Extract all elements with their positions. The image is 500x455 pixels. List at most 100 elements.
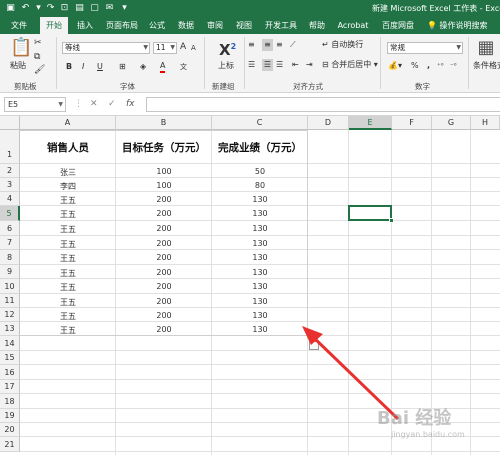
table-header-cell[interactable]: 销售人员: [20, 140, 116, 155]
tab-data[interactable]: 数据: [174, 17, 198, 34]
tab-acrobat[interactable]: Acrobat: [335, 17, 371, 34]
tab-review[interactable]: 审阅: [203, 17, 227, 34]
data-cell[interactable]: 130: [212, 268, 308, 277]
align-right-icon[interactable]: ☰: [276, 59, 283, 71]
data-cell[interactable]: 王五: [20, 297, 116, 308]
tab-file[interactable]: 文件: [6, 17, 32, 34]
borders-icon[interactable]: ⊞: [119, 61, 126, 73]
select-all-corner[interactable]: [0, 116, 20, 130]
column-header[interactable]: E: [349, 116, 392, 130]
row-header[interactable]: 10: [0, 279, 20, 294]
conditional-formatting-button[interactable]: 条件格式: [473, 60, 500, 72]
conditional-formatting-icon[interactable]: ▦: [476, 38, 496, 58]
tell-me-search[interactable]: 💡 操作说明搜索: [427, 17, 488, 34]
data-cell[interactable]: 李四: [20, 181, 116, 192]
table-header-cell[interactable]: 目标任务（万元）: [116, 140, 212, 155]
data-cell[interactable]: 200: [116, 253, 212, 262]
row-header[interactable]: 12: [0, 308, 20, 322]
data-cell[interactable]: 130: [212, 325, 308, 334]
row-header[interactable]: 18: [0, 394, 20, 409]
row-header[interactable]: 11: [0, 294, 20, 308]
data-cell[interactable]: 王五: [20, 282, 116, 293]
decrease-indent-icon[interactable]: ⇤: [292, 59, 299, 71]
insert-function-button[interactable]: fx: [126, 99, 135, 110]
column-header[interactable]: G: [432, 116, 471, 130]
redo-icon[interactable]: ↷: [44, 2, 57, 15]
column-header[interactable]: F: [392, 116, 432, 130]
wrap-text-button[interactable]: ↵ 自动换行: [322, 39, 363, 51]
percent-button[interactable]: %: [411, 60, 419, 72]
data-cell[interactable]: 130: [212, 239, 308, 248]
data-cell[interactable]: 王五: [20, 195, 116, 206]
data-cell[interactable]: 张三: [20, 167, 116, 178]
data-cell[interactable]: 200: [116, 297, 212, 306]
align-center-icon[interactable]: ☰: [262, 59, 273, 71]
column-header[interactable]: H: [471, 116, 500, 130]
data-cell[interactable]: 200: [116, 195, 212, 204]
cancel-icon[interactable]: ✕: [90, 99, 98, 110]
row-header[interactable]: 15: [0, 351, 20, 365]
data-cell[interactable]: 100: [116, 181, 212, 190]
tab-view[interactable]: 视图: [232, 17, 256, 34]
formula-input[interactable]: [146, 97, 500, 112]
tab-page-layout[interactable]: 页面布局: [102, 17, 142, 34]
accounting-icon[interactable]: 💰▾: [388, 60, 402, 72]
grow-font-button[interactable]: A: [180, 41, 186, 53]
increase-indent-icon[interactable]: ⇥: [306, 59, 313, 71]
row-header[interactable]: 4: [0, 192, 20, 206]
data-cell[interactable]: 130: [212, 282, 308, 291]
data-cell[interactable]: 100: [116, 167, 212, 176]
fill-handle[interactable]: [389, 218, 394, 223]
italic-button[interactable]: I: [82, 61, 84, 73]
row-header[interactable]: 21: [0, 437, 20, 452]
shrink-font-button[interactable]: A: [191, 42, 196, 54]
number-format-combo[interactable]: 常规 ▼: [387, 42, 463, 54]
tab-home[interactable]: 开始: [40, 17, 68, 34]
open-icon[interactable]: ▤: [73, 2, 86, 15]
decrease-decimal-icon[interactable]: ⁻⁰: [450, 60, 457, 72]
data-cell[interactable]: 200: [116, 209, 212, 218]
align-top-icon[interactable]: ≡: [248, 39, 255, 51]
undo-icon[interactable]: ↶: [19, 2, 32, 15]
tab-help[interactable]: 帮助: [305, 17, 329, 34]
column-header[interactable]: A: [20, 116, 116, 130]
data-cell[interactable]: 王五: [20, 311, 116, 322]
data-cell[interactable]: 王五: [20, 209, 116, 220]
copy-icon[interactable]: ⧉: [34, 51, 40, 63]
row-header[interactable]: 19: [0, 409, 20, 423]
column-header[interactable]: B: [116, 116, 212, 130]
column-header[interactable]: D: [308, 116, 349, 130]
format-painter-icon[interactable]: 🖌: [34, 64, 45, 76]
superscript-icon[interactable]: X2: [219, 39, 236, 58]
customize-icon[interactable]: ▾: [118, 2, 131, 15]
superscript-button[interactable]: 上标: [218, 60, 234, 72]
increase-decimal-icon[interactable]: ⁺⁰: [437, 60, 444, 72]
name-box[interactable]: E5 ▼: [4, 97, 66, 112]
row-header[interactable]: 9: [0, 265, 20, 279]
font-size-combo[interactable]: 11 ▼: [153, 42, 177, 54]
fill-color-icon[interactable]: ◈: [140, 61, 146, 73]
data-cell[interactable]: 200: [116, 239, 212, 248]
row-header[interactable]: 1: [0, 130, 20, 164]
data-cell[interactable]: 王五: [20, 268, 116, 279]
new-icon[interactable]: ▢: [88, 2, 101, 15]
row-header[interactable]: 2: [0, 164, 20, 178]
data-cell[interactable]: 130: [212, 297, 308, 306]
active-cell-selection[interactable]: [348, 205, 392, 221]
font-color-button[interactable]: A: [160, 61, 166, 73]
data-cell[interactable]: 130: [212, 195, 308, 204]
data-cell[interactable]: 200: [116, 268, 212, 277]
row-header[interactable]: 7: [0, 236, 20, 250]
row-header[interactable]: 3: [0, 178, 20, 192]
row-header[interactable]: 8: [0, 250, 20, 265]
tab-developer[interactable]: 开发工具: [262, 17, 300, 34]
tab-baidu-netdisk[interactable]: 百度网盘: [378, 17, 418, 34]
data-cell[interactable]: 130: [212, 253, 308, 262]
merge-center-button[interactable]: ⊟ 合并后居中 ▾: [322, 59, 378, 71]
data-cell[interactable]: 130: [212, 209, 308, 218]
data-cell[interactable]: 200: [116, 224, 212, 233]
data-cell[interactable]: 130: [212, 311, 308, 320]
data-cell[interactable]: 王五: [20, 224, 116, 235]
comma-button[interactable]: ,: [427, 60, 430, 72]
data-cell[interactable]: 200: [116, 311, 212, 320]
